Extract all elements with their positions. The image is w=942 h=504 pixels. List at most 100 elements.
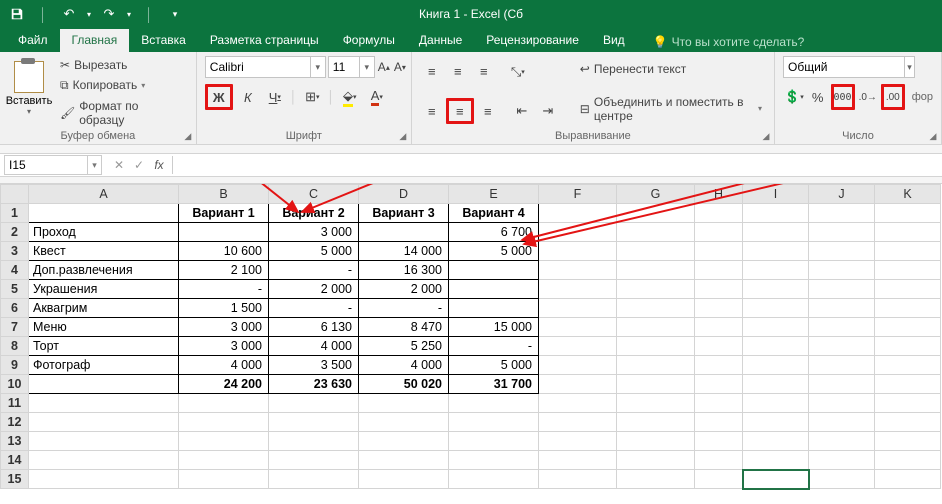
cell[interactable]: 15 000 — [449, 318, 539, 337]
cell[interactable] — [617, 413, 695, 432]
align-top-icon[interactable]: ≡ — [420, 61, 444, 83]
cell[interactable]: Проход — [29, 223, 179, 242]
row-header[interactable]: 3 — [1, 242, 29, 261]
cell[interactable] — [359, 223, 449, 242]
cell[interactable] — [875, 280, 941, 299]
cell[interactable] — [617, 394, 695, 413]
cell[interactable] — [359, 470, 449, 489]
redo-dropdown-icon[interactable]: ▾ — [124, 3, 134, 25]
cell[interactable] — [875, 432, 941, 451]
tell-me-search[interactable]: 💡 Что вы хотите сделать? — [647, 32, 811, 52]
cell[interactable]: - — [179, 280, 269, 299]
cell[interactable] — [809, 356, 875, 375]
tab-insert[interactable]: Вставка — [129, 29, 198, 52]
cell[interactable] — [695, 337, 743, 356]
decrease-decimal-icon[interactable]: .00 — [881, 84, 905, 110]
cell[interactable]: 4 000 — [359, 356, 449, 375]
cell[interactable] — [743, 413, 809, 432]
cell[interactable]: 6 130 — [269, 318, 359, 337]
row-header[interactable]: 7 — [1, 318, 29, 337]
cell[interactable] — [29, 470, 179, 489]
row-header[interactable]: 2 — [1, 223, 29, 242]
cell[interactable]: Вариант 1 — [179, 204, 269, 223]
cell[interactable] — [29, 413, 179, 432]
cell[interactable]: Фотограф — [29, 356, 179, 375]
cell[interactable]: 14 000 — [359, 242, 449, 261]
cell[interactable] — [695, 318, 743, 337]
cell[interactable] — [695, 413, 743, 432]
cell[interactable] — [743, 375, 809, 394]
cut-button[interactable]: ✂Вырезать — [56, 56, 188, 74]
col-header[interactable]: G — [617, 185, 695, 204]
cell[interactable] — [617, 375, 695, 394]
cell[interactable] — [875, 204, 941, 223]
row-header[interactable]: 11 — [1, 394, 29, 413]
accounting-format-icon[interactable]: 💲▾ — [783, 86, 805, 108]
cell[interactable] — [179, 451, 269, 470]
cell[interactable] — [359, 394, 449, 413]
cell[interactable] — [359, 413, 449, 432]
cell[interactable] — [809, 470, 875, 489]
cell[interactable] — [875, 299, 941, 318]
cell[interactable] — [809, 318, 875, 337]
cell[interactable] — [875, 356, 941, 375]
cell[interactable] — [695, 356, 743, 375]
save-icon[interactable] — [6, 3, 28, 25]
cell[interactable] — [695, 204, 743, 223]
cell[interactable] — [809, 299, 875, 318]
italic-button[interactable]: К — [236, 86, 260, 108]
cell[interactable] — [617, 356, 695, 375]
cell[interactable] — [809, 223, 875, 242]
cell[interactable] — [743, 356, 809, 375]
wrap-text-button[interactable]: ↩Перенести текст — [576, 60, 766, 78]
cell[interactable] — [809, 432, 875, 451]
row-header[interactable]: 10 — [1, 375, 29, 394]
cell[interactable] — [875, 223, 941, 242]
cell[interactable] — [743, 261, 809, 280]
align-middle-icon[interactable]: ≡ — [446, 61, 470, 83]
formula-bar[interactable] — [172, 156, 942, 174]
font-color-button[interactable]: A▾ — [365, 86, 389, 108]
underline-button[interactable]: Ч▾ — [263, 86, 287, 108]
cell[interactable]: 4 000 — [269, 337, 359, 356]
cell[interactable] — [29, 204, 179, 223]
cell[interactable] — [179, 470, 269, 489]
row-header[interactable]: 9 — [1, 356, 29, 375]
cell[interactable] — [449, 261, 539, 280]
cell[interactable] — [539, 204, 617, 223]
cell[interactable] — [617, 261, 695, 280]
cell[interactable] — [875, 318, 941, 337]
cell[interactable] — [539, 413, 617, 432]
cell[interactable] — [695, 299, 743, 318]
thousands-separator-button[interactable]: 000 — [831, 84, 855, 110]
cell[interactable]: - — [449, 337, 539, 356]
cell[interactable] — [695, 394, 743, 413]
cell[interactable] — [743, 337, 809, 356]
cell[interactable] — [539, 432, 617, 451]
cell[interactable] — [743, 204, 809, 223]
cell[interactable] — [743, 242, 809, 261]
cell[interactable] — [617, 280, 695, 299]
col-header[interactable]: K — [875, 185, 941, 204]
font-dialog-launcher[interactable]: ◢ — [397, 130, 409, 142]
alignment-dialog-launcher[interactable]: ◢ — [760, 130, 772, 142]
col-header[interactable]: F — [539, 185, 617, 204]
cell[interactable] — [617, 223, 695, 242]
cell[interactable] — [743, 318, 809, 337]
number-dialog-launcher[interactable]: ◢ — [927, 130, 939, 142]
align-right-icon[interactable]: ≡ — [476, 100, 500, 122]
cell[interactable]: Аквагрим — [29, 299, 179, 318]
cell[interactable] — [179, 413, 269, 432]
cell[interactable] — [179, 432, 269, 451]
select-all-corner[interactable] — [1, 185, 29, 204]
cell[interactable] — [809, 375, 875, 394]
cell[interactable]: 4 000 — [179, 356, 269, 375]
number-format-combo[interactable]: ▾ — [783, 56, 915, 78]
font-size-combo[interactable]: ▾ — [328, 56, 375, 78]
cell[interactable]: 2 000 — [359, 280, 449, 299]
cell[interactable] — [269, 470, 359, 489]
clipboard-dialog-launcher[interactable]: ◢ — [182, 130, 194, 142]
cell[interactable] — [695, 451, 743, 470]
cell[interactable]: 8 470 — [359, 318, 449, 337]
cell[interactable] — [743, 280, 809, 299]
